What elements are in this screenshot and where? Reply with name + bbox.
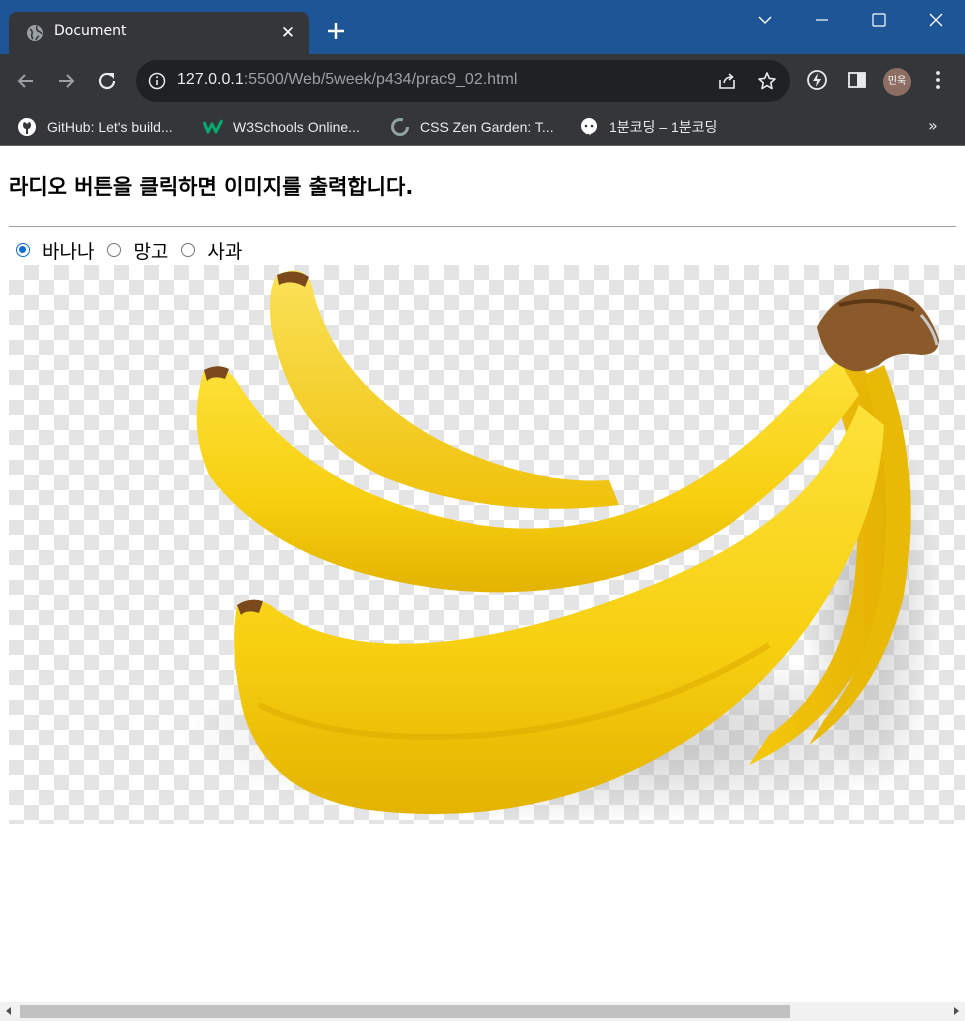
browser-titlebar: Document ✕ [0, 0, 965, 54]
1bun-coding-icon [581, 118, 597, 136]
site-info-icon[interactable] [148, 72, 166, 90]
radio-label-banana: 바나나 [42, 240, 95, 263]
radio-banana[interactable] [16, 243, 30, 257]
horizontal-scrollbar[interactable] [0, 1002, 965, 1021]
bookmark-w3schools[interactable]: W3Schools Online... [203, 108, 360, 146]
url-host: 127.0.0.1 [177, 71, 244, 88]
maximize-icon[interactable] [859, 6, 899, 34]
profile-avatar[interactable]: 민욱 [883, 68, 911, 96]
url-path: :5500/Web/5week/p434/prac9_02.html [243, 71, 518, 88]
globe-icon [27, 25, 43, 41]
back-arrow-icon[interactable] [13, 68, 39, 94]
reload-icon[interactable] [94, 68, 120, 94]
tab-search-icon[interactable] [745, 6, 785, 34]
bookmark-label: GitHub: Let's build... [47, 119, 173, 135]
fruit-radio-group: 바나나 망고 사과 [9, 237, 248, 263]
minimize-icon[interactable] [802, 6, 842, 34]
banana-bunch-illustration [179, 270, 959, 824]
more-menu-icon[interactable] [926, 68, 950, 92]
url-text[interactable]: 127.0.0.1:5500/Web/5week/p434/prac9_02.h… [177, 71, 517, 89]
github-icon [18, 118, 36, 136]
radio-option-apple[interactable]: 사과 [174, 237, 242, 264]
address-bar[interactable]: 127.0.0.1:5500/Web/5week/p434/prac9_02.h… [136, 60, 790, 102]
scroll-right-icon[interactable] [951, 1006, 961, 1016]
browser-toolbar: 127.0.0.1:5500/Web/5week/p434/prac9_02.h… [0, 54, 965, 108]
new-tab-icon[interactable] [324, 19, 348, 43]
w3schools-icon [203, 119, 223, 134]
page-content: 라디오 버튼을 클릭하면 이미지를 출력합니다. 바나나 망고 사과 [0, 147, 965, 1002]
share-icon[interactable] [717, 71, 737, 91]
radio-label-apple: 사과 [207, 240, 243, 263]
page-heading: 라디오 버튼을 클릭하면 이미지를 출력합니다. [9, 175, 414, 199]
bookmark-zen-garden[interactable]: CSS Zen Garden: T... [390, 108, 554, 146]
radio-apple[interactable] [181, 243, 196, 257]
bookmark-1bun-coding[interactable]: 1분코딩 – 1분코딩 [579, 108, 717, 146]
bookmark-label: CSS Zen Garden: T... [420, 119, 554, 135]
bookmark-github[interactable]: GitHub: Let's build... [17, 108, 173, 146]
banana-image [9, 265, 965, 824]
zen-garden-icon [391, 118, 409, 136]
radio-label-mango: 망고 [133, 240, 169, 263]
bookmark-star-icon[interactable] [757, 71, 777, 91]
tab-title: Document [54, 23, 127, 39]
browser-tab[interactable]: Document ✕ [9, 12, 309, 54]
bookmark-label: W3Schools Online... [233, 119, 360, 135]
side-panel-icon[interactable] [845, 68, 869, 92]
extension-bolt-icon[interactable] [805, 68, 829, 92]
radio-option-mango[interactable]: 망고 [100, 237, 168, 264]
radio-mango[interactable] [107, 243, 122, 257]
tab-close-icon[interactable]: ✕ [277, 22, 299, 44]
close-window-icon[interactable] [916, 6, 956, 34]
bookmark-label: 1분코딩 – 1분코딩 [609, 119, 718, 135]
horizontal-rule [9, 226, 956, 227]
bookmarks-overflow-button[interactable]: » [928, 116, 938, 135]
scroll-left-icon[interactable] [4, 1006, 14, 1016]
scrollbar-thumb[interactable] [20, 1005, 790, 1018]
bookmarks-bar: GitHub: Let's build... W3Schools Online.… [0, 108, 965, 146]
forward-arrow-icon[interactable] [53, 68, 79, 94]
radio-option-banana[interactable]: 바나나 [9, 237, 94, 264]
